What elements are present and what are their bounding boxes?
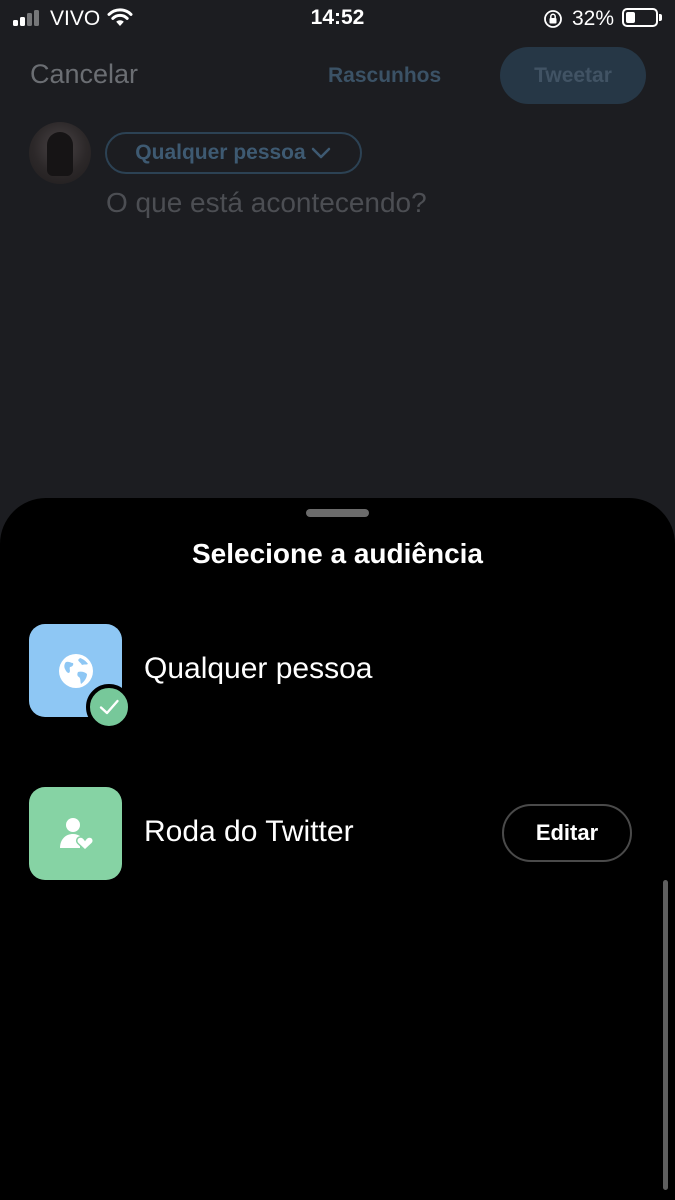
person-heart-icon [59, 817, 94, 851]
battery-icon [622, 8, 662, 27]
option-icon-twitter-circle [29, 787, 122, 880]
audience-option-everyone[interactable]: Qualquer pessoa [0, 624, 675, 730]
sheet-drag-handle[interactable] [306, 509, 369, 517]
sheet-title: Selecione a audiência [191, 538, 484, 569]
audience-chip-label: Qualquer pessoa [135, 141, 306, 164]
battery-percentage: 32% [572, 7, 615, 30]
audience-selector-chip[interactable]: Qualquer pessoa [105, 132, 362, 174]
tweet-text-input[interactable]: O que está acontecendo? [106, 187, 427, 219]
scrollbar[interactable] [663, 880, 668, 1190]
status-bar: VIVO 14:52 32% [0, 0, 675, 40]
audience-bottom-sheet: Selecione a audiência Qualquer pessoa Ro… [0, 498, 675, 1200]
cancel-button[interactable]: Cancelar [30, 59, 138, 90]
checkmark-icon [99, 699, 119, 715]
orientation-lock-icon [544, 10, 562, 28]
selected-check-badge [86, 684, 132, 730]
chevron-down-icon [311, 147, 330, 159]
globe-icon [58, 653, 93, 688]
drafts-button[interactable]: Rascunhos [328, 64, 441, 88]
tweet-button[interactable]: Tweetar [500, 47, 646, 104]
audience-option-label: Qualquer pessoa [144, 652, 373, 685]
avatar [29, 122, 91, 184]
edit-circle-button[interactable]: Editar [502, 804, 632, 862]
compose-screen: VIVO 14:52 32% Cancelar Rascunhos Tweeta… [0, 0, 675, 1200]
audience-option-twitter-circle[interactable]: Roda do Twitter Editar [0, 787, 675, 887]
audience-option-label: Roda do Twitter [144, 815, 354, 848]
